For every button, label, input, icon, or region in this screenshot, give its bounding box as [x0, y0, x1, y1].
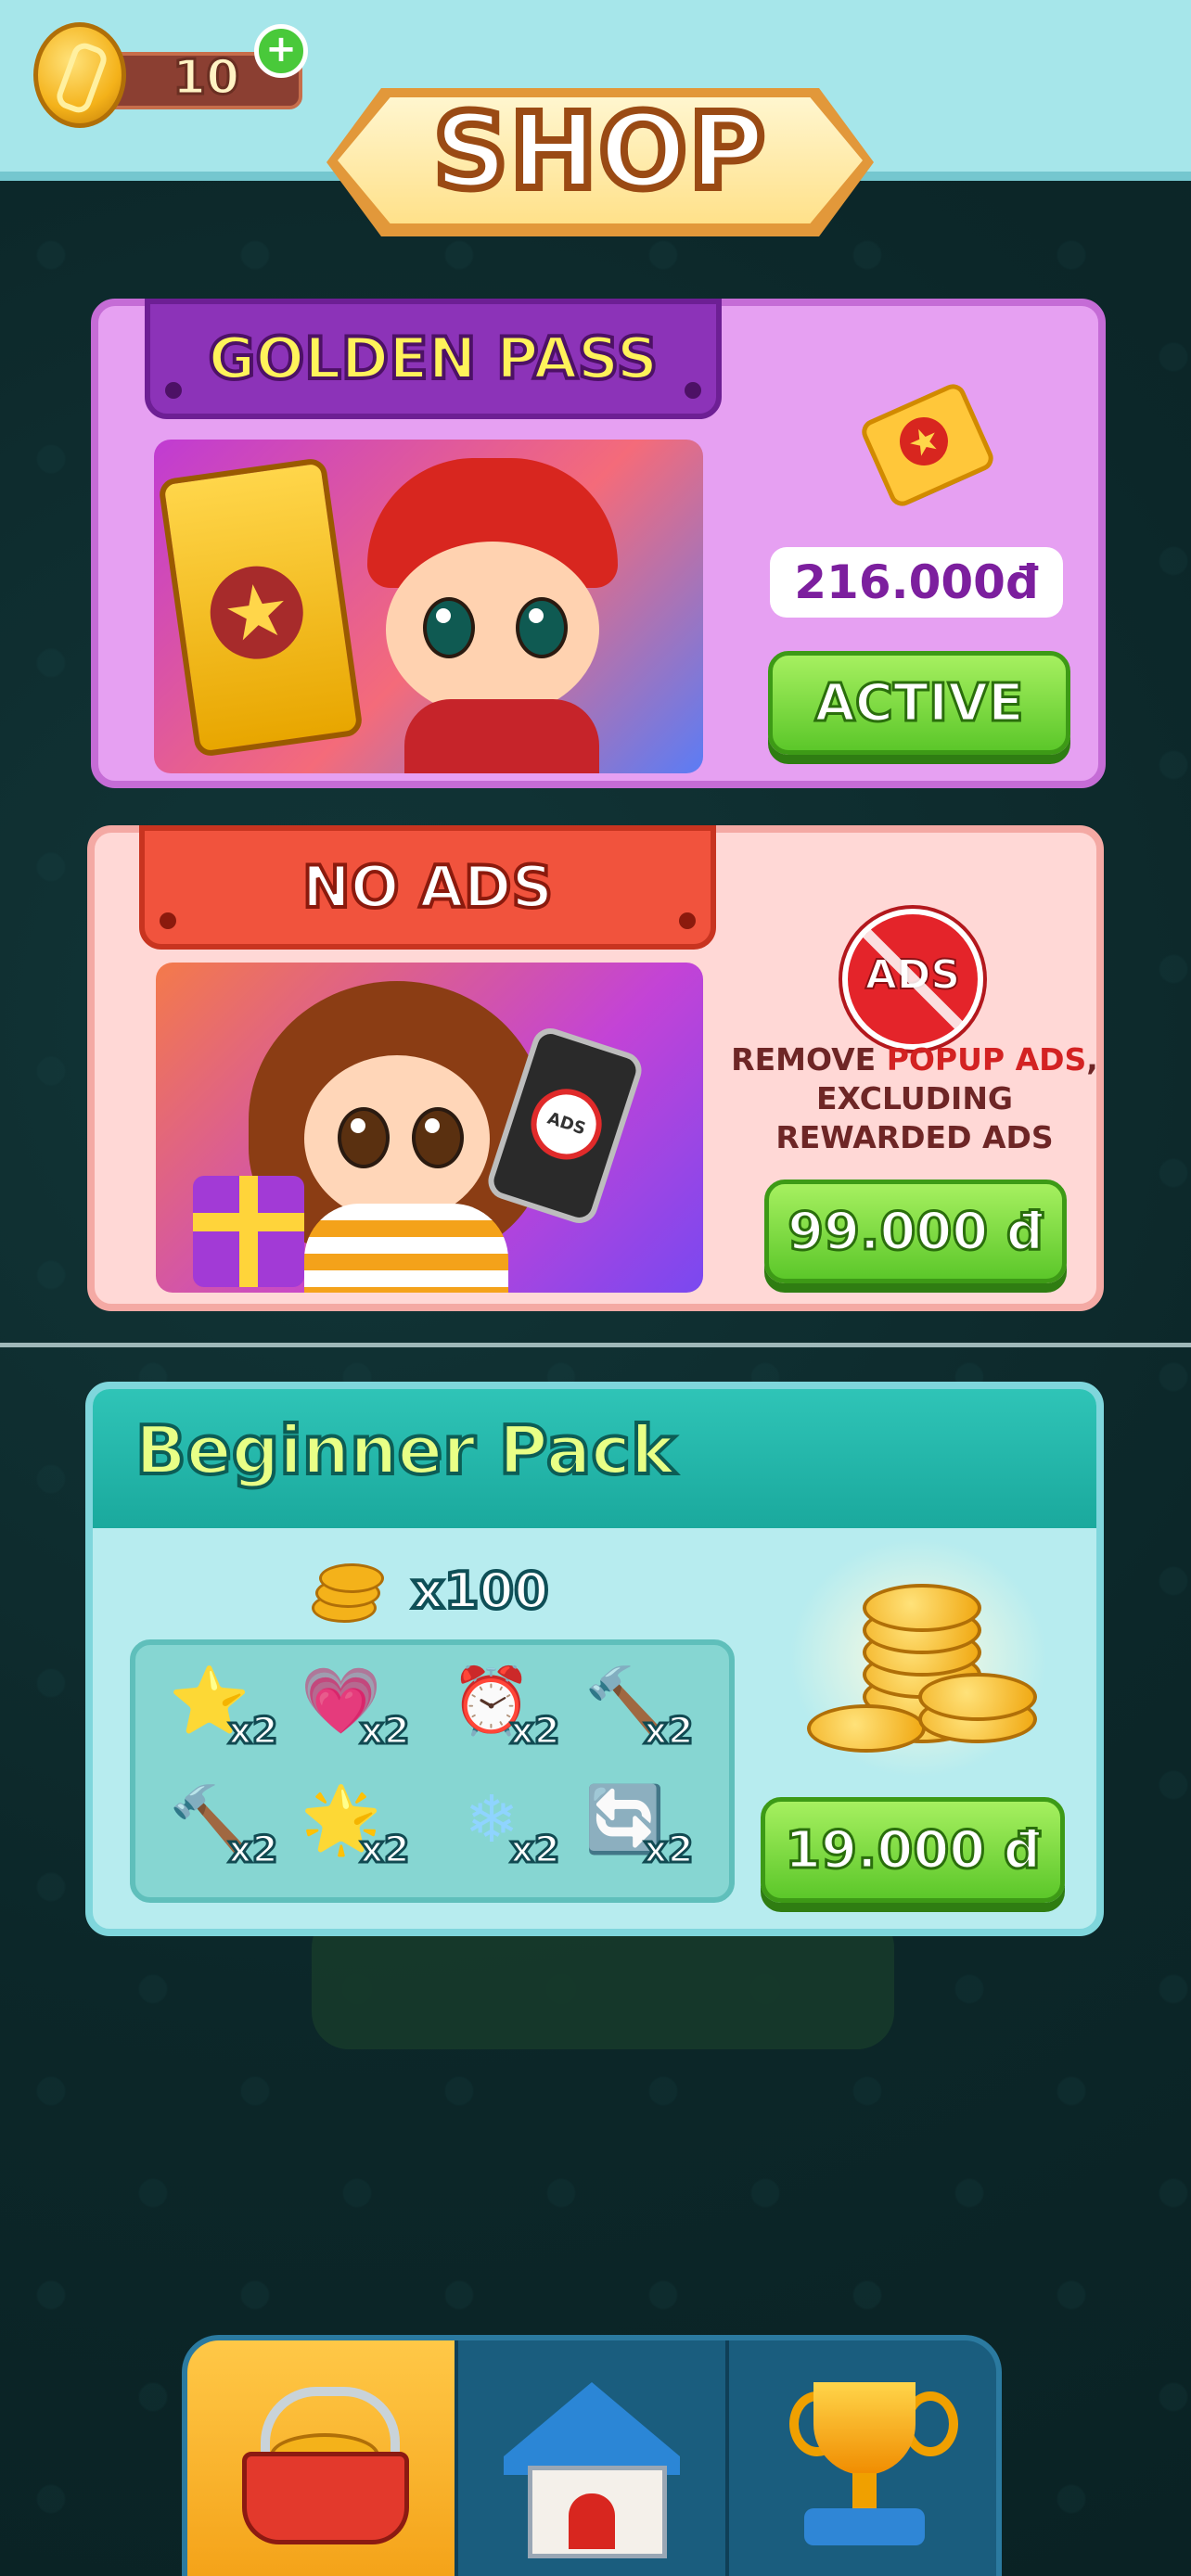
coin-icon: [33, 22, 126, 128]
description-text: EXCLUDING: [815, 1080, 1014, 1116]
item-quantity: x2: [509, 1709, 562, 1754]
golden-pass-title: GOLDEN PASS: [207, 323, 660, 394]
golden-pass-card: GOLDEN PASS ★ ★ 216.000đ ACTIVE: [91, 299, 1106, 788]
coin-count: 10: [171, 49, 240, 108]
house-door: [569, 2493, 615, 2549]
rivet: [160, 912, 176, 929]
house-roof: [504, 2382, 680, 2475]
golden-pass-active-button[interactable]: ACTIVE: [768, 651, 1070, 755]
character-illustration: [339, 458, 655, 773]
pack-item: 🔨 x2: [579, 1663, 718, 1766]
add-coins-button[interactable]: +: [254, 24, 308, 78]
no-ads-icon-label: ADS: [864, 950, 961, 1000]
pack-item: 🔄 x2: [579, 1781, 718, 1884]
description-highlight: POPUP ADS: [886, 1041, 1087, 1078]
description-text: REWARDED ADS: [775, 1119, 1054, 1155]
pack-item: ⏰ x2: [445, 1663, 584, 1766]
no-ads-artwork: ADS: [156, 963, 703, 1293]
coin-pile-icon: [788, 1537, 1048, 1779]
trophy-cup: [813, 2382, 916, 2475]
beginner-pack-header: Beginner Pack: [93, 1389, 1096, 1528]
nav-tab-home[interactable]: [458, 2340, 729, 2576]
shopping-basket-icon: [233, 2387, 409, 2544]
character-eye: [412, 1107, 464, 1168]
rivet: [685, 382, 701, 399]
ticket-icon: ★: [857, 379, 998, 519]
no-ads-description: REMOVE POPUP ADS, EXCLUDING REWARDED ADS: [731, 1040, 1098, 1157]
coin: [863, 1584, 981, 1632]
no-ads-card: NO ADS ADS ADS REMOVE POPUP ADS, EXCLUDI…: [87, 825, 1104, 1311]
shop-banner: SHOP: [327, 88, 874, 236]
description-text: REMOVE: [731, 1041, 887, 1078]
beginner-pack-title: Beginner Pack: [134, 1409, 677, 1491]
basket-body: [242, 2452, 409, 2544]
pack-item: 🌟 x2: [295, 1781, 434, 1884]
item-quantity: x2: [227, 1828, 280, 1873]
gift-box-icon: [193, 1176, 304, 1287]
no-ads-buy-button[interactable]: 99.000 đ: [764, 1180, 1067, 1283]
coins-quantity: x100: [410, 1560, 551, 1622]
trophy-base: [804, 2508, 925, 2545]
rivet: [679, 912, 696, 929]
page-title: SHOP: [429, 88, 769, 216]
no-ads-title: NO ADS: [301, 851, 555, 923]
golden-pass-price: 216.000đ: [770, 547, 1063, 618]
bottom-nav: [182, 2335, 1002, 2576]
no-ads-header: NO ADS: [139, 825, 716, 950]
character-face: [304, 1055, 490, 1222]
item-quantity: x2: [509, 1828, 562, 1873]
nav-tab-shop[interactable]: [187, 2340, 458, 2576]
no-ads-icon: ADS: [842, 909, 983, 1050]
pack-item: ⭐ x2: [163, 1663, 302, 1766]
character-shirt: [304, 1204, 508, 1293]
golden-pass-header: GOLDEN PASS: [145, 299, 722, 419]
trophy-stem: [852, 2473, 877, 2510]
coin: [918, 1673, 1037, 1721]
item-quantity: x2: [643, 1709, 696, 1754]
character-face: [386, 542, 599, 718]
item-quantity: x2: [643, 1828, 696, 1873]
nav-tab-leaderboard[interactable]: [729, 2340, 996, 2576]
character-eye: [516, 597, 568, 658]
golden-ticket-illustration: ★: [157, 456, 365, 759]
character-eye: [423, 597, 475, 658]
golden-pass-artwork: ★: [154, 440, 703, 773]
no-ads-sign: ADS: [521, 1079, 611, 1169]
item-quantity: x2: [359, 1709, 412, 1754]
description-comma: ,: [1086, 1041, 1098, 1078]
pack-item: 🔨 x2: [163, 1781, 302, 1884]
rivet: [165, 382, 182, 399]
star-icon: ★: [204, 560, 310, 666]
item-quantity: x2: [359, 1828, 412, 1873]
pack-items: ⭐ x2 💗 x2 ⏰ x2 🔨 x2 🔨 x2 🌟 x2 ❄ x2 🔄 x2: [130, 1639, 735, 1903]
section-divider: [0, 1343, 1191, 1347]
beginner-pack-buy-button[interactable]: 19.000 đ: [761, 1797, 1065, 1903]
trophy-icon: [786, 2373, 958, 2549]
item-quantity: x2: [227, 1709, 280, 1754]
coin-balance: 10 +: [33, 22, 308, 128]
beginner-pack-card: Beginner Pack x100 ⭐ x2 💗 x2 ⏰ x2 🔨 x2 🔨 x2 🌟…: [85, 1382, 1104, 1936]
coins-reward: x100: [306, 1556, 584, 1630]
coin: [807, 1704, 926, 1753]
character-body: [404, 699, 599, 773]
pack-item: 💗 x2: [295, 1663, 434, 1766]
coins-stack-icon: [306, 1556, 384, 1625]
pack-item: ❄ x2: [445, 1781, 584, 1884]
house-icon: [504, 2373, 680, 2558]
character-eye: [338, 1107, 390, 1168]
coin: [319, 1563, 384, 1593]
